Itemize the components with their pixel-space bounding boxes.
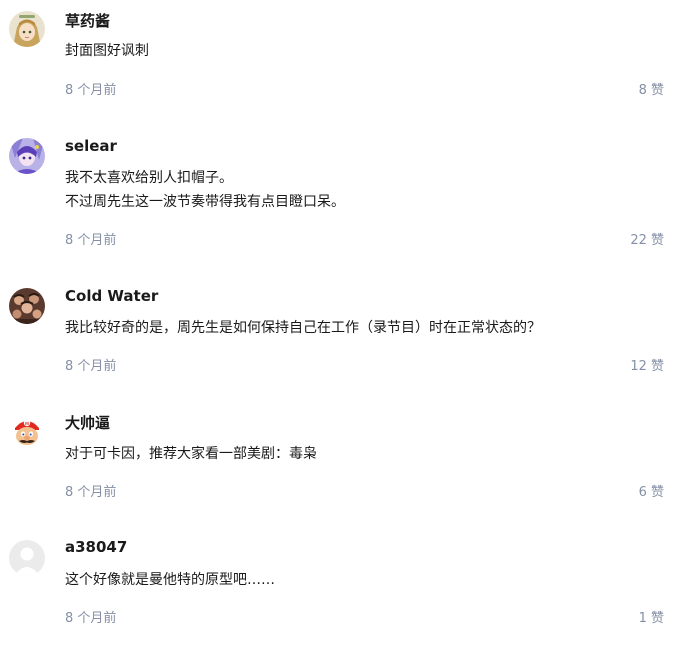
comment-author[interactable]: selear bbox=[65, 137, 117, 155]
comment-meta: 8 个月前 12 赞 bbox=[65, 355, 664, 374]
like-count-button[interactable]: 22 赞 bbox=[630, 229, 664, 248]
comment-time: 8 个月前 bbox=[65, 485, 117, 500]
like-count-button[interactable]: 12 赞 bbox=[630, 355, 664, 374]
comment-text-line: 封面图好讽刺 bbox=[65, 43, 149, 59]
comment-text-line: 我比较好奇的是，周先生是如何保持自己在工作（录节目）时在正常状态的？ bbox=[65, 320, 541, 336]
comment-item: selear 我不太喜欢给别人扣帽子。 不过周先生这一波节奏带得我有点目瞪口呆。… bbox=[0, 130, 674, 256]
comment-content: 我不太喜欢给别人扣帽子。 不过周先生这一波节奏带得我有点目瞪口呆。 bbox=[65, 166, 345, 214]
comment-text-line: 我不太喜欢给别人扣帽子。 bbox=[65, 170, 233, 186]
comment-time: 8 个月前 bbox=[65, 233, 117, 248]
comment-content: 对于可卡因，推荐大家看一部美剧：毒枭 bbox=[65, 442, 317, 466]
comment-list: 草药酱 封面图好讽刺 8 个月前 8 赞 selear 我不太喜欢给别人扣帽子。… bbox=[0, 0, 674, 632]
like-count-button[interactable]: 1 赞 bbox=[639, 607, 664, 626]
comment-meta: 8 个月前 6 赞 bbox=[65, 481, 664, 500]
comment-author[interactable]: 大帅逼 bbox=[65, 412, 110, 433]
comment-content: 封面图好讽刺 bbox=[65, 39, 149, 63]
comment-author[interactable]: Cold Water bbox=[65, 287, 158, 305]
anime-girl-avatar-icon[interactable] bbox=[9, 11, 45, 47]
comment-item: 草药酱 封面图好讽刺 8 个月前 8 赞 bbox=[0, 0, 674, 126]
comment-time: 8 个月前 bbox=[65, 83, 117, 98]
comment-item: a38047 这个好像就是曼他特的原型吧…… 8 个月前 1 赞 bbox=[0, 534, 674, 660]
purple-character-avatar-icon[interactable] bbox=[9, 138, 45, 174]
like-count-button[interactable]: 6 赞 bbox=[639, 481, 664, 500]
comment-time: 8 个月前 bbox=[65, 359, 117, 374]
comment-author[interactable]: 草药酱 bbox=[65, 10, 110, 31]
comment-meta: 8 个月前 1 赞 bbox=[65, 607, 664, 626]
comment-item: M 大帅逼 对于可卡因，推荐大家看一部美剧：毒枭 8 个月前 6 赞 bbox=[0, 408, 674, 534]
comment-text-line: 不过周先生这一波节奏带得我有点目瞪口呆。 bbox=[65, 194, 345, 210]
mario-avatar-icon[interactable]: M bbox=[9, 414, 45, 450]
comment-content: 这个好像就是曼他特的原型吧…… bbox=[65, 568, 275, 592]
svg-text:M: M bbox=[25, 421, 29, 426]
comment-content: 我比较好奇的是，周先生是如何保持自己在工作（录节目）时在正常状态的？ bbox=[65, 316, 541, 340]
comment-meta: 8 个月前 22 赞 bbox=[65, 229, 664, 248]
comment-item: Cold Water 我比较好奇的是，周先生是如何保持自己在工作（录节目）时在正… bbox=[0, 282, 674, 408]
comment-author[interactable]: a38047 bbox=[65, 538, 127, 556]
group-photo-avatar-icon[interactable] bbox=[9, 288, 45, 324]
comment-text-line: 对于可卡因，推荐大家看一部美剧：毒枭 bbox=[65, 446, 317, 462]
default-user-avatar-icon[interactable] bbox=[9, 540, 45, 576]
comment-text-line: 这个好像就是曼他特的原型吧…… bbox=[65, 572, 275, 588]
comment-meta: 8 个月前 8 赞 bbox=[65, 79, 664, 98]
like-count-button[interactable]: 8 赞 bbox=[639, 79, 664, 98]
comment-time: 8 个月前 bbox=[65, 611, 117, 626]
